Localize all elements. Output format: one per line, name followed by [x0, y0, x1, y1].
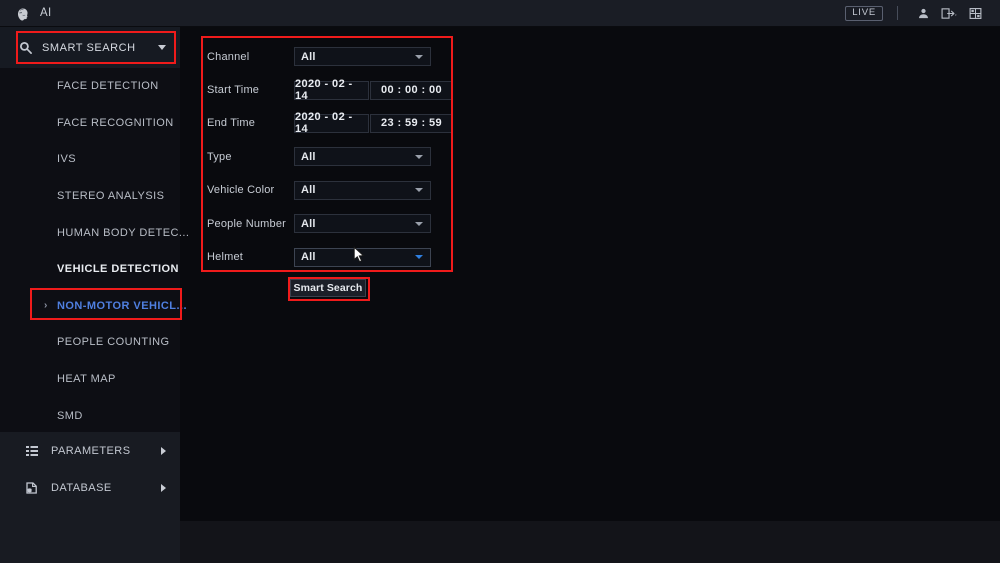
- chevron-right-icon: ›: [44, 299, 48, 311]
- sidebar-item-people-counting[interactable]: PEOPLE COUNTING: [0, 324, 180, 361]
- type-label: Type: [207, 150, 232, 163]
- sidebar-item-label: FACE RECOGNITION: [57, 116, 174, 129]
- chevron-down-icon: [415, 54, 423, 59]
- form-row-vehicle-color: Vehicle Color All: [207, 174, 453, 207]
- mouse-cursor: [353, 246, 366, 265]
- end-date-input[interactable]: 2020 - 02 - 14: [294, 111, 369, 135]
- people-number-select[interactable]: All: [294, 214, 431, 234]
- toolbar-divider: [897, 6, 898, 20]
- list-icon: [25, 444, 39, 458]
- sidebar-item-label: SMD: [57, 409, 83, 422]
- people-number-label: People Number: [207, 217, 287, 230]
- sidebar-item-stereo-analysis[interactable]: STEREO ANALYSIS: [0, 178, 180, 215]
- form-row-helmet: Helmet All: [207, 240, 453, 273]
- form-row-end-time: End Time 2020 - 02 - 14 23 : 59 : 59: [207, 107, 453, 140]
- form-row-type: Type All: [207, 140, 453, 173]
- sidebar-footer-menu: PARAMETERS DATABASE: [0, 432, 180, 523]
- sidebar-header-smart-search[interactable]: SMART SEARCH: [0, 27, 180, 68]
- bottom-band: [180, 521, 1000, 563]
- type-select[interactable]: All: [294, 147, 431, 167]
- sidebar-item-label: STEREO ANALYSIS: [57, 190, 165, 203]
- sidebar-item-label: PARAMETERS: [51, 444, 131, 457]
- smart-search-icon: [18, 40, 33, 55]
- vehicle-color-select[interactable]: All: [294, 180, 431, 200]
- form-row-channel: Channel All: [207, 40, 453, 73]
- sidebar-item-label: NON-MOTOR VEHICL...: [57, 299, 187, 312]
- vehicle-color-value: All: [301, 184, 316, 197]
- sidebar-item-ivs[interactable]: IVS: [0, 141, 180, 178]
- top-bar-actions: LIVE: [845, 0, 1000, 26]
- chevron-down-icon: [415, 221, 423, 226]
- people-number-value: All: [301, 217, 316, 230]
- sidebar-item-label: PEOPLE COUNTING: [57, 336, 170, 349]
- chevron-down-icon[interactable]: [158, 45, 166, 50]
- smart-search-button-wrap: Smart Search: [290, 279, 366, 297]
- start-time-label: Start Time: [207, 84, 260, 97]
- chevron-down-icon: [415, 188, 423, 193]
- sidebar-header-label: SMART SEARCH: [42, 41, 136, 54]
- ai-face-icon: [14, 5, 31, 22]
- vehicle-color-label: Vehicle Color: [207, 184, 275, 197]
- smart-search-form: Channel All Start Time 2020 - 02 - 14 00…: [207, 40, 453, 274]
- end-time-fields: 2020 - 02 - 14 23 : 59 : 59: [294, 111, 453, 135]
- chevron-down-icon: [415, 255, 423, 260]
- sidebar-item-non-motor-vehicle[interactable]: › NON-MOTOR VEHICL...: [0, 288, 187, 325]
- sidebar: SMART SEARCH FACE DETECTION FACE RECOGNI…: [0, 27, 189, 523]
- sidebar-bottom-fill: [0, 523, 180, 563]
- ai-smart-search-screen: AI LIVE SMART SEARCH FACE DETECTION FACE…: [0, 0, 1000, 563]
- start-time-fields: 2020 - 02 - 14 00 : 00 : 00: [294, 78, 453, 102]
- form-row-start-time: Start Time 2020 - 02 - 14 00 : 00 : 00: [207, 73, 453, 106]
- end-time-input[interactable]: 23 : 59 : 59: [370, 113, 453, 133]
- start-date-input[interactable]: 2020 - 02 - 14: [294, 78, 369, 102]
- app-identity: AI: [0, 5, 51, 22]
- chevron-down-icon: [415, 154, 423, 159]
- live-badge[interactable]: LIVE: [845, 5, 883, 21]
- sidebar-item-smd[interactable]: SMD: [0, 397, 180, 434]
- sidebar-item-human-body-detection[interactable]: HUMAN BODY DETEC...: [0, 214, 189, 251]
- sidebar-item-heat-map[interactable]: HEAT MAP: [0, 361, 180, 398]
- database-icon: [25, 481, 39, 495]
- helmet-value: All: [301, 251, 316, 264]
- app-title: AI: [40, 7, 52, 19]
- sidebar-item-database[interactable]: DATABASE: [0, 469, 180, 506]
- start-time-input[interactable]: 00 : 00 : 00: [370, 80, 453, 100]
- sidebar-item-label: IVS: [57, 153, 77, 166]
- user-icon[interactable]: [912, 2, 934, 24]
- sidebar-menu-list: FACE DETECTION FACE RECOGNITION IVS STER…: [0, 68, 189, 434]
- layout-grid-icon[interactable]: [964, 2, 986, 24]
- top-bar: AI LIVE: [0, 0, 1000, 27]
- sidebar-item-face-detection[interactable]: FACE DETECTION: [0, 68, 180, 105]
- channel-label: Channel: [207, 50, 250, 63]
- smart-search-button[interactable]: Smart Search: [290, 279, 366, 297]
- sidebar-item-label: HEAT MAP: [57, 373, 116, 386]
- channel-value: All: [301, 50, 316, 63]
- sidebar-item-label: HUMAN BODY DETEC...: [57, 226, 190, 239]
- chevron-right-icon[interactable]: [161, 446, 166, 455]
- sidebar-item-label: DATABASE: [51, 481, 112, 494]
- logout-icon[interactable]: [934, 2, 964, 24]
- end-time-label: End Time: [207, 117, 256, 130]
- chevron-right-icon[interactable]: [161, 483, 166, 492]
- type-value: All: [301, 150, 316, 163]
- sidebar-item-label: FACE DETECTION: [57, 80, 159, 93]
- channel-select[interactable]: All: [294, 47, 431, 67]
- sidebar-item-vehicle-detection[interactable]: VEHICLE DETECTION: [0, 251, 180, 288]
- sidebar-item-label: VEHICLE DETECTION: [57, 263, 179, 276]
- sidebar-item-parameters[interactable]: PARAMETERS: [0, 432, 180, 469]
- sidebar-item-face-recognition[interactable]: FACE RECOGNITION: [0, 105, 180, 142]
- form-row-people-number: People Number All: [207, 207, 453, 240]
- helmet-label: Helmet: [207, 251, 244, 264]
